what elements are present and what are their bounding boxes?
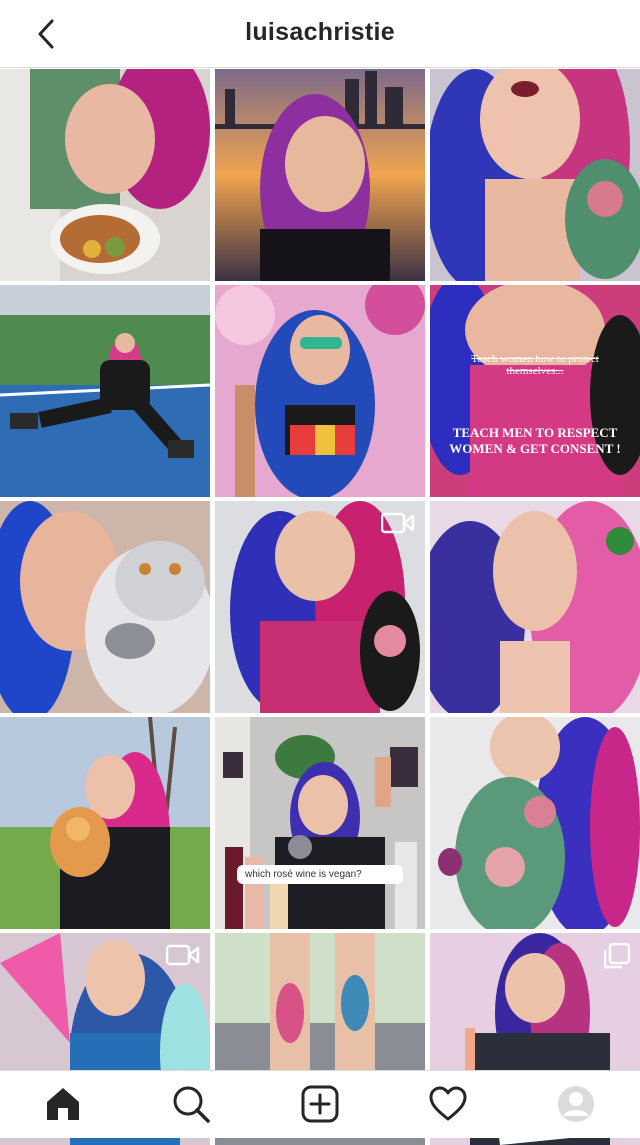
post-image (215, 285, 425, 497)
post-thumbnail[interactable]: which rosé wine is vegan? (215, 717, 425, 929)
post-thumbnail[interactable] (215, 285, 425, 497)
tab-search[interactable] (168, 1081, 214, 1127)
post-thumbnail[interactable]: Teach women how to protect themselves...… (430, 285, 640, 497)
post-image (0, 501, 210, 713)
overlay-text-line-2: TEACH MEN TO RESPECT WOMEN & GET CONSENT… (449, 425, 621, 456)
tab-activity[interactable] (425, 1081, 471, 1127)
post-image (215, 717, 425, 929)
post-thumbnail[interactable] (430, 69, 640, 281)
post-thumbnail[interactable] (430, 501, 640, 713)
search-icon (173, 1086, 210, 1123)
post-image (0, 69, 210, 281)
bottom-tab-bar (0, 1070, 640, 1138)
profile-username: luisachristie (245, 18, 395, 46)
overlay-text-line-1: Teach women how to protect themselves... (471, 353, 599, 377)
tab-profile[interactable] (553, 1081, 599, 1127)
profile-avatar (558, 1086, 594, 1122)
post-thumbnail[interactable] (215, 501, 425, 713)
post-image (430, 717, 640, 929)
post-image (215, 69, 425, 281)
post-image (430, 285, 640, 497)
video-camera-icon (380, 511, 415, 540)
post-thumbnail[interactable] (215, 69, 425, 281)
post-thumbnail[interactable] (0, 285, 210, 497)
post-image (0, 717, 210, 929)
post-thumbnail[interactable] (430, 717, 640, 929)
top-bar: luisachristie (0, 0, 640, 68)
heart-icon (429, 1086, 467, 1121)
tab-new-post[interactable] (297, 1081, 343, 1127)
post-image (0, 285, 210, 497)
home-icon (47, 1088, 79, 1120)
post-thumbnail[interactable] (0, 501, 210, 713)
post-thumbnail[interactable] (0, 717, 210, 929)
post-image (430, 501, 640, 713)
add-post-icon (301, 1085, 339, 1123)
multiple-photos-icon (603, 942, 631, 974)
post-image (430, 69, 640, 281)
tab-home[interactable] (40, 1081, 86, 1127)
posts-grid: Teach women how to protect themselves...… (0, 69, 640, 1145)
search-caption: which rosé wine is vegan? (237, 865, 403, 884)
video-camera-icon (165, 943, 200, 972)
post-thumbnail[interactable] (0, 69, 210, 281)
